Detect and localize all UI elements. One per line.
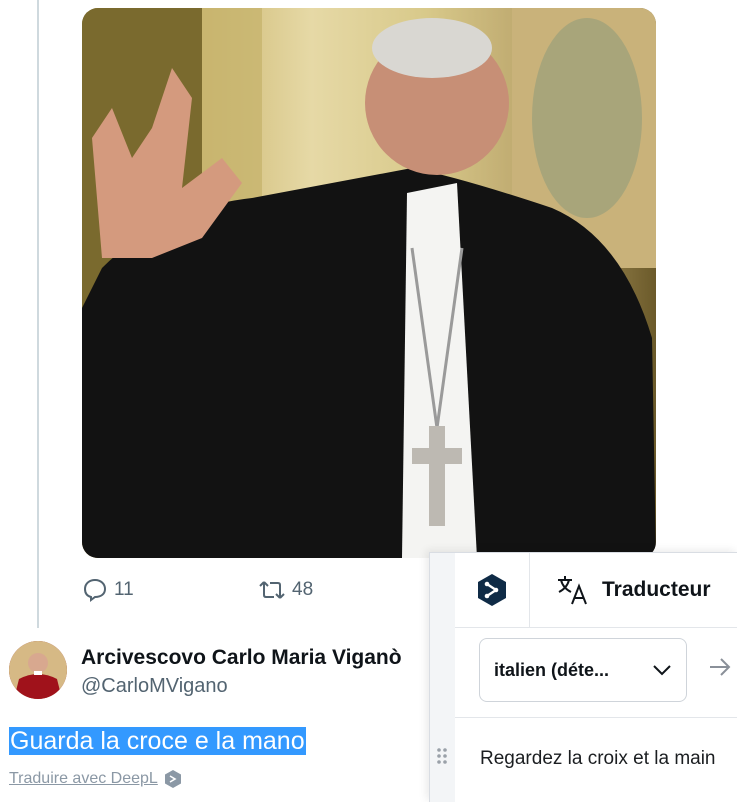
deepl-translator-panel: Traducteur italien (déte... Regardez la … xyxy=(429,552,737,802)
panel-divider xyxy=(455,717,737,718)
tweet-actions: 11 48 xyxy=(82,578,313,602)
chevron-down-icon xyxy=(653,665,671,676)
photo-illustration xyxy=(82,8,656,558)
deepl-logo-icon xyxy=(478,574,506,606)
arrow-right-icon[interactable] xyxy=(708,657,732,677)
retweet-count: 48 xyxy=(292,579,314,600)
tweet-text: Guarda la croce e la mano xyxy=(9,727,306,756)
reply-button[interactable]: 11 xyxy=(82,578,258,602)
deepl-logo-button[interactable] xyxy=(455,553,530,627)
thread-line xyxy=(37,0,39,628)
author-name[interactable]: Arcivescovo Carlo Maria Viganò xyxy=(81,646,402,670)
author-handle[interactable]: @CarloMVigano xyxy=(81,675,228,698)
reply-count: 11 xyxy=(114,579,134,600)
panel-header: Traducteur xyxy=(455,553,737,628)
drag-handle-icon[interactable] xyxy=(436,747,448,765)
retweet-icon xyxy=(259,581,285,599)
avatar-image xyxy=(9,641,67,699)
translate-link-label: Traduire avec DeepL xyxy=(9,770,158,787)
translator-tab[interactable]: Traducteur xyxy=(556,573,711,607)
retweet-button[interactable]: 48 xyxy=(258,578,313,602)
translator-title: Traducteur xyxy=(602,578,711,601)
avatar[interactable] xyxy=(9,641,67,699)
translate-icon xyxy=(558,576,587,605)
source-language-value: italien (déte... xyxy=(494,659,610,680)
deepl-small-icon xyxy=(164,770,181,788)
reply-icon xyxy=(83,578,107,602)
source-language-select[interactable]: italien (déte... xyxy=(479,638,687,702)
tweet-photo[interactable] xyxy=(82,8,656,558)
selected-text: Guarda la croce e la mano xyxy=(9,727,306,755)
translate-with-deepl-link[interactable]: Traduire avec DeepL xyxy=(9,769,182,789)
translated-text: Regardez la croix et la main xyxy=(480,748,716,769)
